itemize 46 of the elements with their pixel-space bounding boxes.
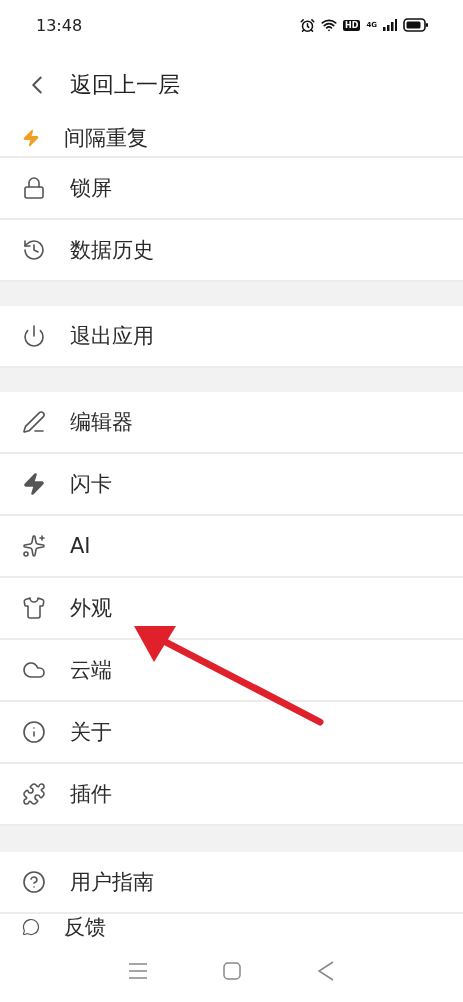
page-title: 返回上一层: [70, 71, 180, 99]
row-label: 闪卡: [70, 471, 112, 498]
settings-row[interactable]: 反馈: [0, 914, 463, 940]
back-icon[interactable]: [317, 961, 336, 981]
row-label: AI: [70, 534, 91, 558]
row-label: 编辑器: [70, 409, 133, 436]
home-icon[interactable]: [223, 962, 242, 980]
settings-row[interactable]: 间隔重复: [0, 120, 463, 158]
battery-icon: [403, 18, 429, 32]
puzzle-icon: [22, 782, 46, 806]
row-label: 用户指南: [70, 869, 154, 896]
settings-row[interactable]: AI: [0, 516, 463, 578]
clock-icon: [22, 238, 46, 262]
signal-icon: [383, 19, 397, 31]
settings-row[interactable]: 关于: [0, 702, 463, 764]
sparkle-icon: [22, 534, 46, 558]
question-icon: [22, 870, 46, 894]
settings-row[interactable]: 闪卡: [0, 454, 463, 516]
alarm-icon: [300, 17, 316, 33]
hd-badge: HD: [343, 19, 361, 31]
chat-icon: [22, 918, 40, 936]
status-time: 13:48: [36, 15, 83, 35]
wifi-icon: [321, 17, 338, 33]
settings-row[interactable]: 用户指南: [0, 852, 463, 914]
row-label: 退出应用: [70, 323, 154, 350]
row-label: 云端: [70, 657, 112, 684]
row-label: 关于: [70, 719, 112, 746]
settings-row[interactable]: 编辑器: [0, 392, 463, 454]
info-icon: [22, 720, 46, 744]
row-label: 锁屏: [70, 175, 112, 202]
settings-row[interactable]: 退出应用: [0, 306, 463, 368]
row-label: 间隔重复: [64, 125, 148, 152]
lightning-icon: [22, 129, 40, 147]
row-label: 外观: [70, 595, 112, 622]
settings-row[interactable]: 数据历史: [0, 220, 463, 282]
shirt-icon: [22, 596, 46, 620]
row-label: 数据历史: [70, 237, 154, 264]
power-icon: [22, 324, 46, 348]
settings-row[interactable]: 锁屏: [0, 158, 463, 220]
row-label: 插件: [70, 781, 112, 808]
row-label: 反馈: [64, 914, 106, 940]
menu-icon[interactable]: [127, 962, 148, 980]
pen-icon: [22, 410, 46, 434]
lightning-icon: [22, 472, 46, 496]
lock-icon: [22, 176, 46, 200]
settings-row[interactable]: 插件: [0, 764, 463, 826]
